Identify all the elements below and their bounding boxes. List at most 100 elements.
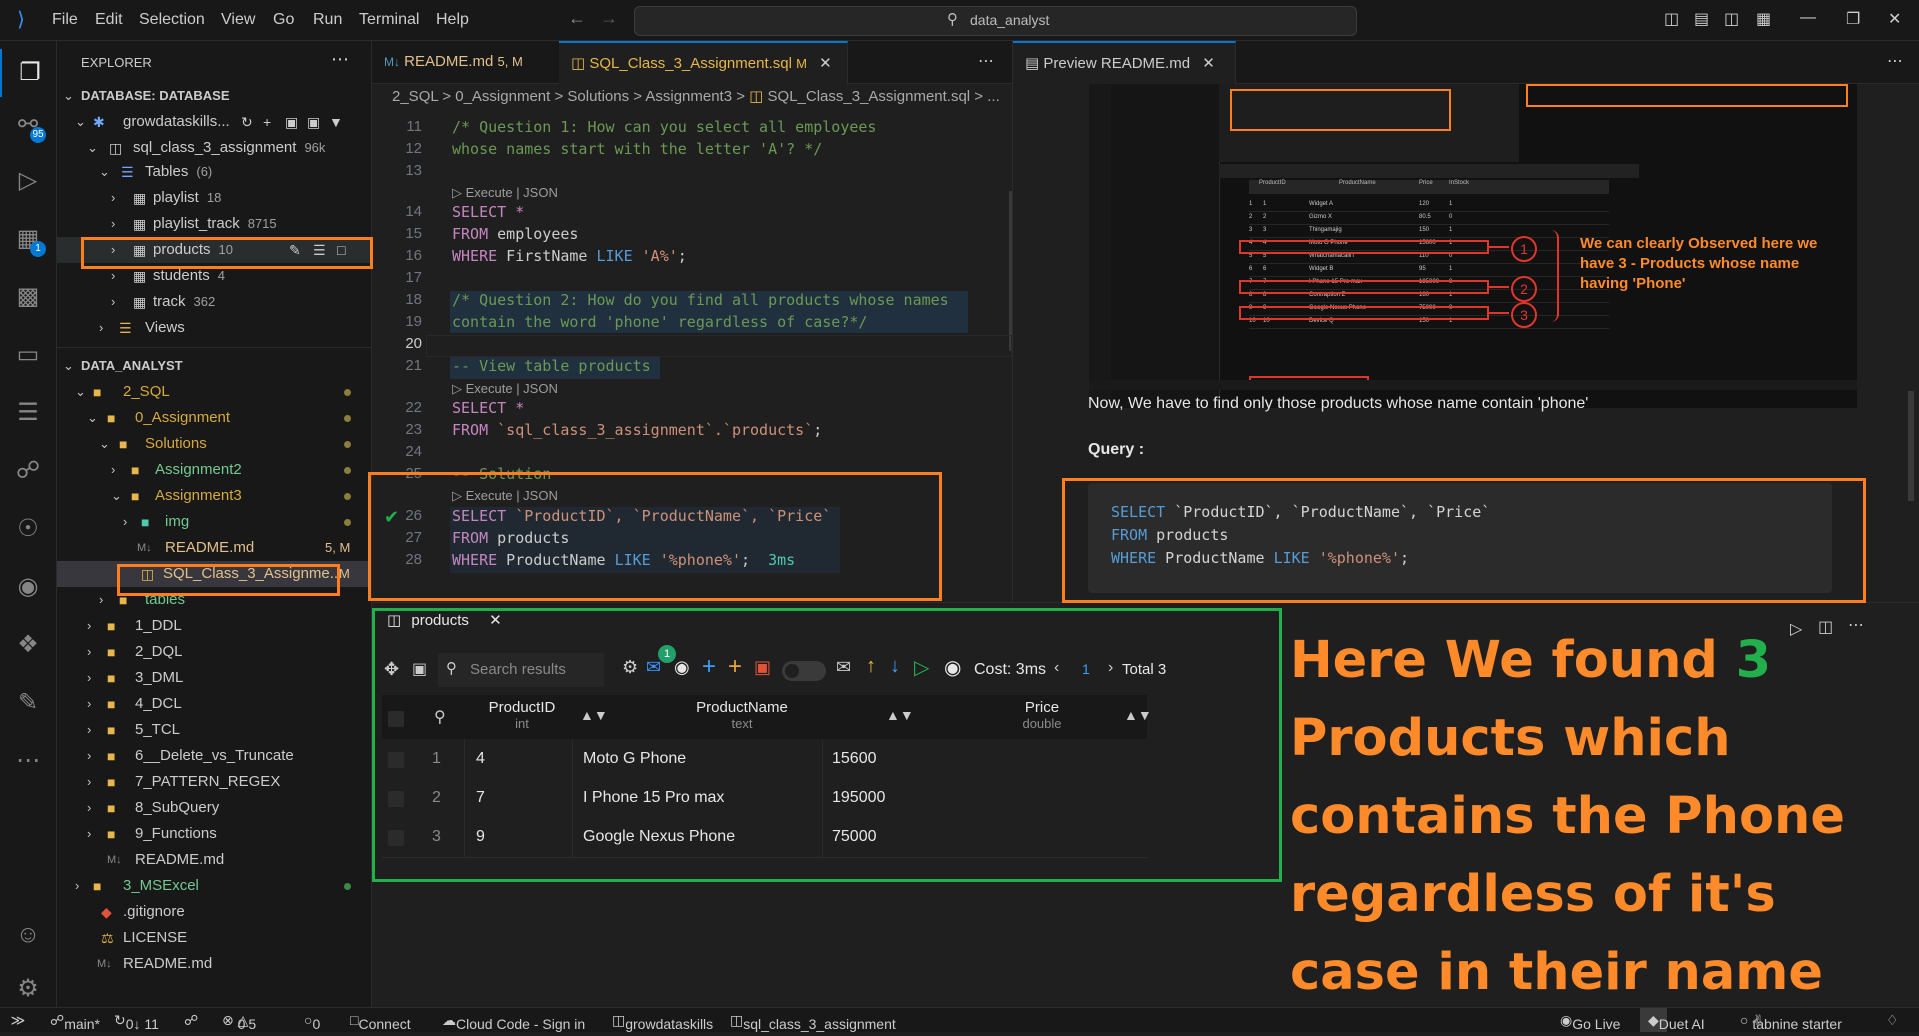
connection-item[interactable]: ⌄ ✱ growdataskills... ↻ + ▣ ▣ ▼	[57, 109, 371, 135]
restore-icon[interactable]: ❐	[1846, 9, 1860, 29]
explorer-more-icon[interactable]: ⋯	[331, 49, 349, 70]
cloud-code-icon[interactable]: ☉	[0, 505, 56, 553]
code-line-18[interactable]: /* Question 2: How do you find all produ…	[452, 291, 949, 309]
editor-more-icon[interactable]: ⋯	[978, 51, 994, 71]
schema-item-status[interactable]: ◫ sql_class_3_assignment	[730, 1012, 896, 1032]
folder-4-dcl[interactable]: › ■ 4_DCL	[57, 691, 371, 717]
command-center[interactable]: ⚲ data_analyst	[634, 6, 1357, 36]
duet-ai-item[interactable]: ◆ Duet AI	[1640, 1008, 1705, 1032]
close-window-icon[interactable]: ✕	[1888, 9, 1901, 29]
remote-explorer-icon[interactable]: ▭	[0, 331, 56, 379]
extensions-icon[interactable]: ▦ 1	[0, 215, 56, 263]
file-root-readme[interactable]: M↓ README.md	[57, 951, 371, 977]
views-node[interactable]: › ☰ Views	[57, 315, 371, 341]
folder-7-pattern-regex[interactable]: › ■ 7_PATTERN_REGEX	[57, 769, 371, 795]
tab-preview-readme[interactable]: ▤ Preview README.md ✕	[1013, 41, 1236, 84]
menu-help[interactable]: Help	[436, 11, 469, 29]
folder-9-functions[interactable]: › ■ 9_Functions	[57, 821, 371, 847]
file-sql-readme[interactable]: M↓ README.md	[57, 847, 371, 873]
folder-8-subquery[interactable]: › ■ 8_SubQuery	[57, 795, 371, 821]
filter-icon[interactable]: ▼	[329, 109, 343, 135]
folder-3-msexcel[interactable]: › ■ 3_MSExcel	[57, 873, 371, 899]
back-arrow-icon[interactable]: ←	[568, 8, 586, 29]
codelens-execute[interactable]: ▷ Execute | JSON	[452, 185, 558, 201]
schema-item[interactable]: ⌄ ◫ sql_class_3_assignment 96k	[57, 135, 371, 161]
table-item-playlist[interactable]: › ▦ playlist 18	[57, 185, 371, 211]
code-line-14[interactable]: SELECT *	[452, 203, 524, 221]
tabnine-item[interactable]: ○ tabnine starter ✌	[1740, 1012, 1842, 1032]
toggle-sidebar-icon[interactable]: ◫	[1664, 9, 1679, 29]
branch-item[interactable]: ☍ main*	[50, 1012, 100, 1032]
github-icon[interactable]: ◉	[0, 563, 56, 611]
menu-edit[interactable]: Edit	[95, 11, 123, 29]
db-section-header[interactable]: ⌄ DATABASE: DATABASE	[57, 83, 371, 109]
terminal-icon[interactable]: ▣	[307, 109, 320, 135]
forward-arrow-icon[interactable]: →	[600, 8, 618, 29]
refresh-icon[interactable]: ↻	[241, 109, 253, 135]
tab-sql-class-3[interactable]: ◫ SQL_Class_3_Assignment.sql M ✕	[559, 41, 848, 84]
codeium-icon[interactable]: ❖	[0, 621, 56, 669]
folder-assignment2[interactable]: › ■ Assignment2	[57, 457, 371, 483]
tables-node[interactable]: ⌄ ☰ Tables (6)	[57, 159, 371, 185]
codelens-execute[interactable]: ▷ Execute | JSON	[452, 381, 558, 397]
database-icon[interactable]: ☰	[0, 389, 56, 437]
file-license[interactable]: ⚖ LICENSE	[57, 925, 371, 951]
code-line-23[interactable]: FROM `sql_class_3_assignment`.`products`…	[452, 421, 822, 439]
folder-1-ddl[interactable]: › ■ 1_DDL	[57, 613, 371, 639]
menu-run[interactable]: Run	[313, 11, 342, 29]
remote-icon[interactable]: ≫	[0, 1008, 36, 1032]
preview-more-icon[interactable]: ⋯	[1887, 51, 1903, 71]
file-gitignore[interactable]: ◆ .gitignore	[57, 899, 371, 925]
connect-item[interactable]: □ Connect	[350, 1012, 411, 1032]
folder-3-dml[interactable]: › ■ 3_DML	[57, 665, 371, 691]
close-tab-icon[interactable]: ✕	[819, 55, 832, 72]
table-item-playlist-track[interactable]: › ▦ playlist_track 8715	[57, 211, 371, 237]
code-line-11[interactable]: /* Question 1: How can you select all em…	[452, 118, 876, 136]
cloud-code-item[interactable]: ☁ Cloud Code - Sign in	[442, 1012, 585, 1032]
folder-solutions[interactable]: ⌄ ■ Solutions	[57, 431, 371, 457]
toggle-secondary-sidebar-icon[interactable]: ◫	[1724, 9, 1739, 29]
folder-assignment3[interactable]: ⌄ ■ Assignment3	[57, 483, 371, 509]
go-live-item[interactable]: ◉ Go Live	[1560, 1012, 1620, 1032]
code-line-15[interactable]: FROM employees	[452, 225, 578, 243]
manage-gear-icon[interactable]: ⚙	[0, 965, 56, 1013]
panel-more-icon[interactable]: ⋯	[1848, 615, 1864, 635]
tab-readme[interactable]: M↓ README.md 5, M	[372, 41, 571, 83]
folder-2-dql[interactable]: › ■ 2_DQL	[57, 639, 371, 665]
git-graph-status-icon[interactable]: ☍	[184, 1012, 198, 1029]
sync-item[interactable]: ↻ 0↓ 11	[114, 1012, 159, 1032]
code-line-22[interactable]: SELECT *	[452, 399, 524, 417]
code-line-19[interactable]: contain the word 'phone' regardless of c…	[452, 313, 867, 331]
code-line-12[interactable]: whose names start with the letter 'A'? *…	[452, 140, 822, 158]
file-readme[interactable]: M↓ README.md 5, M	[57, 535, 371, 561]
notes-icon[interactable]: ✎	[0, 679, 56, 727]
folder-2-sql[interactable]: ⌄ ■ 2_SQL	[57, 379, 371, 405]
menu-go[interactable]: Go	[273, 11, 294, 29]
close-tab-icon[interactable]: ✕	[1202, 55, 1215, 72]
source-control-icon[interactable]: ⚯ 95	[0, 101, 56, 149]
folder-0-assignment[interactable]: ⌄ ■ 0_Assignment	[57, 405, 371, 431]
code-line-21[interactable]: -- View table products	[452, 357, 651, 375]
menu-selection[interactable]: Selection	[139, 11, 205, 29]
minimize-icon[interactable]: —	[1800, 9, 1816, 27]
customize-layout-icon[interactable]: ▦	[1756, 9, 1771, 29]
notifications-bell-icon[interactable]: ♢	[1886, 1012, 1899, 1029]
explorer-icon[interactable]: ❐	[0, 49, 58, 97]
problems-item[interactable]: ⊗ 0 △ 5	[222, 1012, 256, 1032]
more-icon[interactable]: ⋯	[0, 737, 56, 785]
folder-5-tcl[interactable]: › ■ 5_TCL	[57, 717, 371, 743]
code-line-16[interactable]: WHERE FirstName LIKE 'A%';	[452, 247, 687, 265]
account-icon[interactable]: ☺	[0, 911, 56, 959]
table-item-track[interactable]: › ▦ track 362	[57, 289, 371, 315]
menu-file[interactable]: File	[52, 11, 78, 29]
folder-6-delete-vs-truncate[interactable]: › ■ 6__Delete_vs_Truncate	[57, 743, 371, 769]
folder-img[interactable]: › ■ img	[57, 509, 371, 535]
ports-item[interactable]: ○ 0	[304, 1012, 320, 1032]
run-debug-icon[interactable]: ▷	[0, 157, 56, 205]
menu-view[interactable]: View	[221, 11, 255, 29]
git-graph-icon[interactable]: ☍	[0, 447, 56, 495]
toggle-panel-icon[interactable]: ▤	[1694, 9, 1709, 29]
db-connection-item[interactable]: ◫ growdataskills	[612, 1012, 713, 1032]
breadcrumb[interactable]: 2_SQL > 0_Assignment > Solutions > Assig…	[392, 87, 1000, 105]
delete-icon[interactable]: ▣	[285, 109, 298, 135]
